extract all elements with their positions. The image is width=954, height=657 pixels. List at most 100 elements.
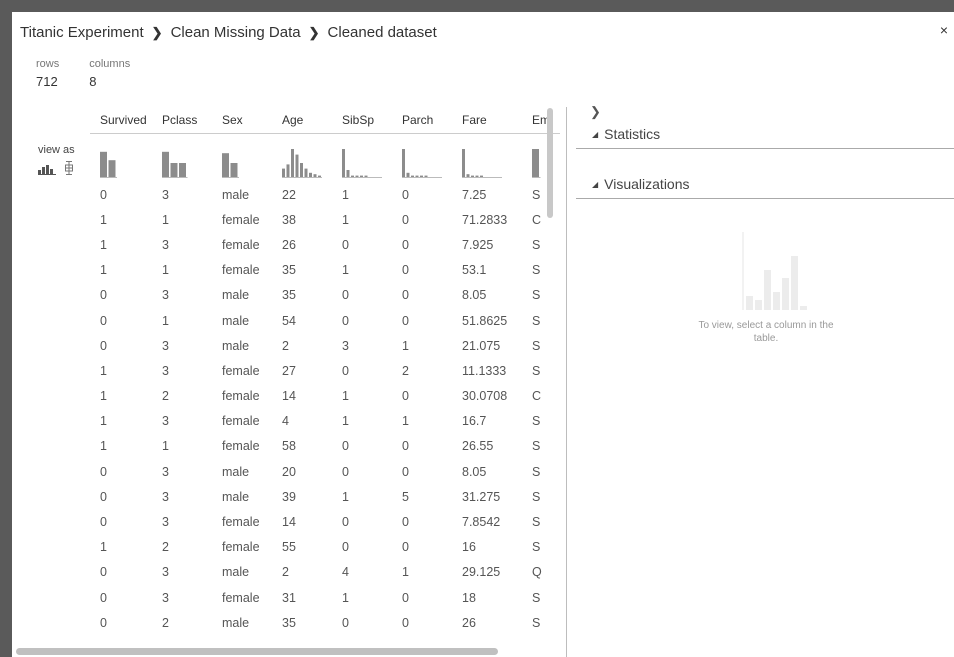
table-cell: 16 bbox=[462, 540, 476, 555]
histogram-bar bbox=[342, 149, 345, 177]
table-row[interactable]: 0 3 male 2 4 1 29.125 Q bbox=[90, 560, 560, 585]
table-row[interactable]: 1 2 female 14 1 0 30.0708 C bbox=[90, 384, 560, 409]
histogram-baseline bbox=[162, 177, 188, 178]
table-row[interactable]: 1 3 female 4 1 1 16.7 S bbox=[90, 409, 560, 434]
histogram-bar bbox=[480, 175, 483, 177]
column-header[interactable]: Fare bbox=[452, 107, 522, 134]
panel-divider[interactable] bbox=[566, 107, 567, 657]
table-cell: 2 bbox=[162, 389, 169, 404]
histogram-bar bbox=[462, 149, 465, 177]
column-header[interactable]: Parch bbox=[392, 107, 452, 134]
table-cell: S bbox=[532, 439, 541, 454]
column-histogram[interactable] bbox=[452, 134, 522, 183]
table-cell: 1 bbox=[162, 212, 169, 227]
table-row[interactable]: 0 3 male 22 1 0 7.25 S bbox=[90, 182, 560, 207]
table-cell: 4 bbox=[342, 565, 349, 580]
histogram-baseline bbox=[282, 177, 322, 178]
table-cell: 0 bbox=[100, 565, 107, 580]
view-as-control: view as bbox=[38, 144, 75, 175]
histogram-bar bbox=[415, 175, 419, 177]
histogram-baseline bbox=[532, 177, 541, 178]
table-cell: female bbox=[222, 540, 260, 555]
column-histogram[interactable] bbox=[332, 134, 392, 183]
table-cell: male bbox=[222, 565, 250, 580]
histogram-bar bbox=[318, 175, 321, 177]
histogram-bar bbox=[179, 163, 186, 177]
table-row[interactable]: 1 1 female 58 0 0 26.55 S bbox=[90, 434, 560, 459]
table-row[interactable]: 1 1 female 38 1 0 71.2833 C bbox=[90, 207, 560, 232]
table-row[interactable]: 0 3 male 20 0 0 8.05 S bbox=[90, 459, 560, 484]
collapse-triangle-icon: ◢ bbox=[592, 179, 599, 189]
histogram-baseline bbox=[462, 177, 502, 178]
histogram-baseline bbox=[100, 177, 117, 178]
histogram-view-icon[interactable] bbox=[38, 165, 56, 175]
table-cell: 3 bbox=[162, 489, 169, 504]
table-cell: 14 bbox=[282, 389, 296, 404]
column-header[interactable]: Pclass bbox=[152, 107, 212, 134]
table-cell: 38 bbox=[282, 212, 296, 227]
column-header[interactable]: SibSp bbox=[332, 107, 392, 134]
table-cell: 14 bbox=[282, 515, 296, 530]
table-cell: 0 bbox=[100, 187, 107, 202]
statistics-section-header[interactable]: ◢ Statistics bbox=[576, 120, 954, 149]
histogram-bar bbox=[282, 168, 285, 177]
vertical-scrollbar[interactable] bbox=[547, 108, 553, 218]
chevron-right-icon[interactable]: ❯ bbox=[590, 104, 601, 120]
table-row[interactable]: 1 2 female 55 0 0 16 S bbox=[90, 535, 560, 560]
column-header[interactable]: Em bbox=[522, 107, 560, 134]
histogram-bar bbox=[406, 172, 410, 177]
column-header[interactable]: Age bbox=[272, 107, 332, 134]
table-row[interactable]: 0 3 male 2 3 1 21.075 S bbox=[90, 333, 560, 358]
column-histogram[interactable] bbox=[90, 134, 152, 183]
table-cell: Q bbox=[532, 565, 542, 580]
table-cell: 2 bbox=[282, 565, 289, 580]
table-cell: 31.275 bbox=[462, 489, 501, 504]
table-row[interactable]: 0 3 female 31 1 0 18 S bbox=[90, 585, 560, 610]
table-row[interactable]: 0 3 female 14 0 0 7.8542 S bbox=[90, 509, 560, 534]
table-row[interactable]: 1 3 female 26 0 0 7.925 S bbox=[90, 232, 560, 257]
column-histogram[interactable] bbox=[152, 134, 212, 183]
table-row[interactable]: 1 3 female 27 0 2 11.1333 S bbox=[90, 358, 560, 383]
table-cell: S bbox=[532, 263, 541, 278]
breadcrumb-experiment[interactable]: Titanic Experiment bbox=[20, 24, 144, 41]
table-cell: 22 bbox=[282, 187, 296, 202]
dataset-stats: rows 712 columns 8 bbox=[36, 58, 130, 89]
table-cell: S bbox=[532, 540, 541, 555]
table-cell: 31 bbox=[282, 590, 296, 605]
close-icon[interactable]: × bbox=[940, 22, 948, 38]
table-cell: 4 bbox=[282, 414, 289, 429]
table-row[interactable]: 1 1 female 35 1 0 53.1 S bbox=[90, 258, 560, 283]
table-cell: 2 bbox=[162, 540, 169, 555]
table-cell: 30.0708 bbox=[462, 389, 508, 404]
table-row[interactable]: 0 3 male 35 0 0 8.05 S bbox=[90, 283, 560, 308]
table-cell: 3 bbox=[162, 363, 169, 378]
histogram-bar bbox=[222, 153, 229, 177]
table-cell: S bbox=[532, 615, 541, 630]
table-row[interactable]: 0 3 male 39 1 5 31.275 S bbox=[90, 484, 560, 509]
table-cell: 1 bbox=[342, 414, 349, 429]
table-cell: 8.05 bbox=[462, 288, 487, 303]
table-cell: female bbox=[222, 237, 260, 252]
column-header[interactable]: Sex bbox=[212, 107, 272, 134]
table-row[interactable]: 0 1 male 54 0 0 51.8625 S bbox=[90, 308, 560, 333]
table-cell: 71.2833 bbox=[462, 212, 508, 227]
histogram-bar bbox=[100, 151, 107, 177]
visualizations-title: Visualizations bbox=[604, 176, 690, 192]
column-histogram[interactable] bbox=[392, 134, 452, 183]
table-cell: S bbox=[532, 464, 541, 479]
boxplot-view-icon[interactable] bbox=[64, 161, 74, 175]
histogram-bar bbox=[304, 168, 308, 177]
table-cell: 0 bbox=[402, 263, 409, 278]
column-histogram[interactable] bbox=[272, 134, 332, 183]
column-header[interactable]: Survived bbox=[90, 107, 152, 134]
table-cell: 3 bbox=[162, 590, 169, 605]
visualizations-section-header[interactable]: ◢ Visualizations bbox=[576, 170, 954, 199]
column-histogram[interactable] bbox=[212, 134, 272, 183]
column-histogram[interactable] bbox=[522, 134, 560, 183]
histogram-bar bbox=[364, 175, 368, 177]
horizontal-scrollbar[interactable] bbox=[16, 648, 498, 655]
table-row[interactable]: 0 2 male 35 0 0 26 S bbox=[90, 610, 560, 635]
breadcrumb-module[interactable]: Clean Missing Data bbox=[171, 24, 301, 41]
table-cell: 55 bbox=[282, 540, 296, 555]
histogram-bar bbox=[420, 175, 423, 177]
